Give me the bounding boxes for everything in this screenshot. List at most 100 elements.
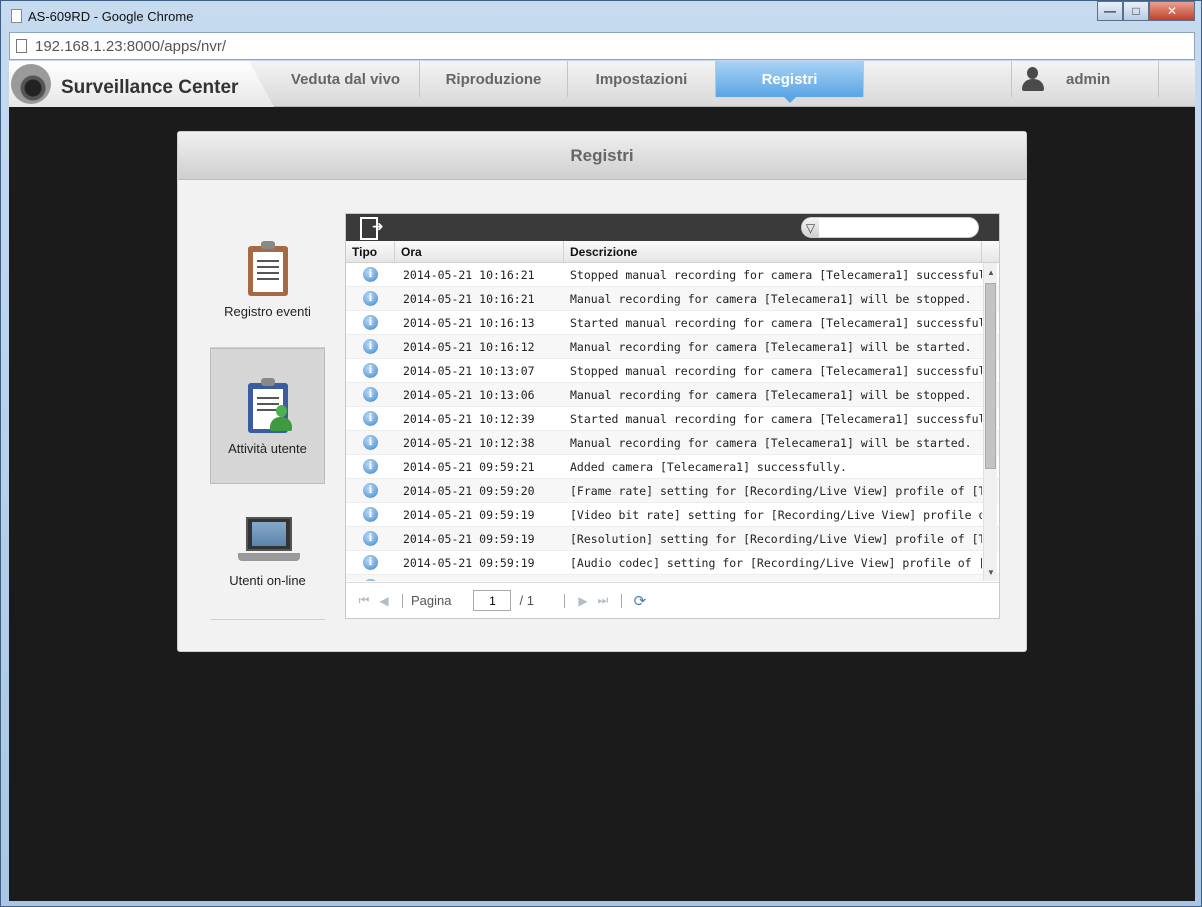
export-icon[interactable] (360, 217, 386, 240)
table-row[interactable]: i 2014-05-21 10:16:13 Started manual recor… (346, 311, 999, 335)
refresh-icon[interactable]: ⟳ (630, 591, 650, 611)
table-row[interactable]: i 2014-05-21 09:59:19[Video codec] settin… (346, 575, 999, 581)
camera-icon (11, 64, 51, 104)
title-bar: AS-609RD - Google Chrome — □ ✕ (1, 1, 1201, 31)
scroll-up-icon[interactable]: ▲ (984, 265, 998, 279)
clipboard-pen-icon (246, 240, 290, 296)
info-icon: i (363, 435, 378, 450)
tab-playback[interactable]: Riproduzione (420, 61, 568, 97)
column-header-description[interactable]: Descrizione (564, 241, 982, 262)
table-row[interactable]: i 2014-05-21 10:16:12 Manual recording for… (346, 335, 999, 359)
info-icon: i (363, 411, 378, 426)
user-name: admin (1066, 70, 1111, 88)
description-cell: [Frame rate] setting for [Recording/Live… (570, 483, 982, 498)
time-cell: 2014-05-21 10:13:07 (403, 363, 535, 378)
info-icon: i (363, 387, 378, 402)
type-cell: i (346, 551, 395, 574)
brand: Surveillance Center (9, 61, 274, 107)
time-cell: 2014-05-21 10:12:38 (403, 435, 535, 450)
time-cell: 2014-05-21 09:59:19 (403, 555, 535, 570)
table-row[interactable]: i 2014-05-21 09:59:19 [Video bit rate] set… (346, 503, 999, 527)
laptop-user-icon (237, 515, 300, 565)
close-button[interactable]: ✕ (1149, 1, 1195, 21)
sidebar-item-label: Attività utente (228, 440, 307, 456)
time-cell: 2014-05-21 10:16:21 (403, 291, 535, 306)
description-cell: [Resolution] setting for [Recording/Live… (570, 531, 982, 546)
type-cell: i (346, 407, 395, 430)
address-bar[interactable]: 192.168.1.23:8000/apps/nvr/ (9, 32, 1195, 60)
type-cell: i (346, 335, 395, 358)
filter-icon[interactable]: ▽ (802, 218, 819, 237)
info-icon: i (363, 483, 378, 498)
column-header-time[interactable]: Ora (395, 241, 564, 262)
tab-settings[interactable]: Impostazioni (568, 61, 716, 97)
clipboard-user-icon (246, 377, 292, 433)
type-cell: i (346, 527, 395, 550)
column-header-type[interactable]: Tipo (346, 241, 395, 262)
type-cell: i (346, 455, 395, 478)
url-text[interactable]: 192.168.1.23:8000/apps/nvr/ (35, 38, 226, 55)
table-body: i 2014-05-21 10:16:21 Stopped manual recor… (346, 263, 999, 581)
prev-page-icon[interactable]: ◀ (374, 591, 394, 611)
brand-name: Surveillance Center (61, 77, 239, 98)
table-row[interactable]: i 2014-05-21 10:12:39 Started manual recor… (346, 407, 999, 431)
next-page-icon[interactable]: ▶ (573, 591, 593, 611)
info-icon: i (363, 459, 378, 474)
first-page-icon[interactable]: ⏮ (354, 591, 374, 611)
table-header: Tipo Ora Descrizione (346, 241, 999, 263)
filter-input[interactable] (823, 219, 978, 236)
time-cell: 2014-05-21 09:59:19 (403, 531, 535, 546)
table-row[interactable]: i 2014-05-21 10:13:07 Stopped manual recor… (346, 359, 999, 383)
scroll-thumb[interactable] (985, 283, 996, 469)
info-icon: i (363, 363, 378, 378)
type-cell: i (346, 359, 395, 382)
log-grid: ▽ Tipo Ora Descrizione i 2014-05-21 10:16… (345, 213, 1000, 619)
description-cell: Manual recording for camera [Telecamera1… (570, 339, 972, 354)
sidebar-item-event-log[interactable]: Registro eventi (210, 212, 325, 348)
table-row[interactable]: i 2014-05-21 09:59:21 Added camera [Teleca… (346, 455, 999, 479)
sidebar-item-user-activity[interactable]: Attività utente (210, 348, 325, 484)
time-cell: 2014-05-21 09:59:19 (403, 507, 535, 522)
sidebar-item-online-users[interactable]: Utenti on-line (210, 484, 325, 620)
last-page-icon[interactable]: ⏭ (593, 591, 613, 611)
separator (620, 593, 622, 608)
tab-logs[interactable]: Registri (716, 61, 864, 103)
time-cell: 2014-05-21 10:13:06 (403, 387, 535, 402)
table-row[interactable]: i 2014-05-21 09:59:20 [Frame rate] setting… (346, 479, 999, 503)
separator (402, 593, 403, 608)
type-cell: i (346, 503, 395, 526)
table-row[interactable]: i 2014-05-21 10:12:38 Manual recording for… (346, 431, 999, 455)
table-row[interactable]: i 2014-05-21 10:16:21 Stopped manual recor… (346, 263, 999, 287)
description-cell: Stopped manual recording for camera [Tel… (570, 267, 982, 282)
document-icon (16, 39, 27, 53)
logs-panel: Registri Registro eventi Attività utente… (177, 131, 1027, 652)
table-row[interactable]: i 2014-05-21 10:16:21 Manual recording for… (346, 287, 999, 311)
time-cell: 2014-05-21 10:12:39 (403, 411, 535, 426)
table-row[interactable]: i 2014-05-21 09:59:19 [Audio codec] settin… (346, 551, 999, 575)
tab-live-view[interactable]: Veduta dal vivo (272, 61, 420, 97)
table-row[interactable]: i 2014-05-21 09:59:19 [Resolution] setting… (346, 527, 999, 551)
page-label: Pagina (411, 593, 452, 608)
info-icon: i (363, 579, 378, 581)
maximize-button[interactable]: □ (1123, 1, 1149, 21)
type-cell: i (346, 311, 395, 334)
info-icon: i (363, 291, 378, 306)
time-cell: 2014-05-21 10:16:12 (403, 339, 535, 354)
scroll-down-icon[interactable]: ▼ (984, 565, 998, 579)
user-menu[interactable]: admin (1011, 61, 1159, 97)
time-cell: 2014-05-21 09:59:21 (403, 459, 535, 474)
table-row[interactable]: i 2014-05-21 10:13:06 Manual recording for… (346, 383, 999, 407)
vertical-scrollbar[interactable]: ▲ ▼ (983, 263, 997, 581)
description-cell: Stopped manual recording for camera [Tel… (570, 363, 982, 378)
info-icon: i (363, 267, 378, 282)
description-cell: [Video codec] setting for [Recording/Liv… (564, 575, 982, 582)
description-cell: Manual recording for camera [Telecamera1… (570, 387, 972, 402)
type-cell: i (346, 575, 395, 581)
description-cell: Started manual recording for camera [Tel… (570, 315, 982, 330)
info-icon: i (363, 315, 378, 330)
page-number-input[interactable] (473, 590, 512, 611)
time-cell: 2014-05-21 10:16:21 (403, 267, 535, 282)
filter-box[interactable]: ▽ (801, 217, 979, 238)
page-content: Surveillance Center Veduta dal vivo Ripr… (9, 61, 1195, 901)
minimize-button[interactable]: — (1097, 1, 1123, 21)
